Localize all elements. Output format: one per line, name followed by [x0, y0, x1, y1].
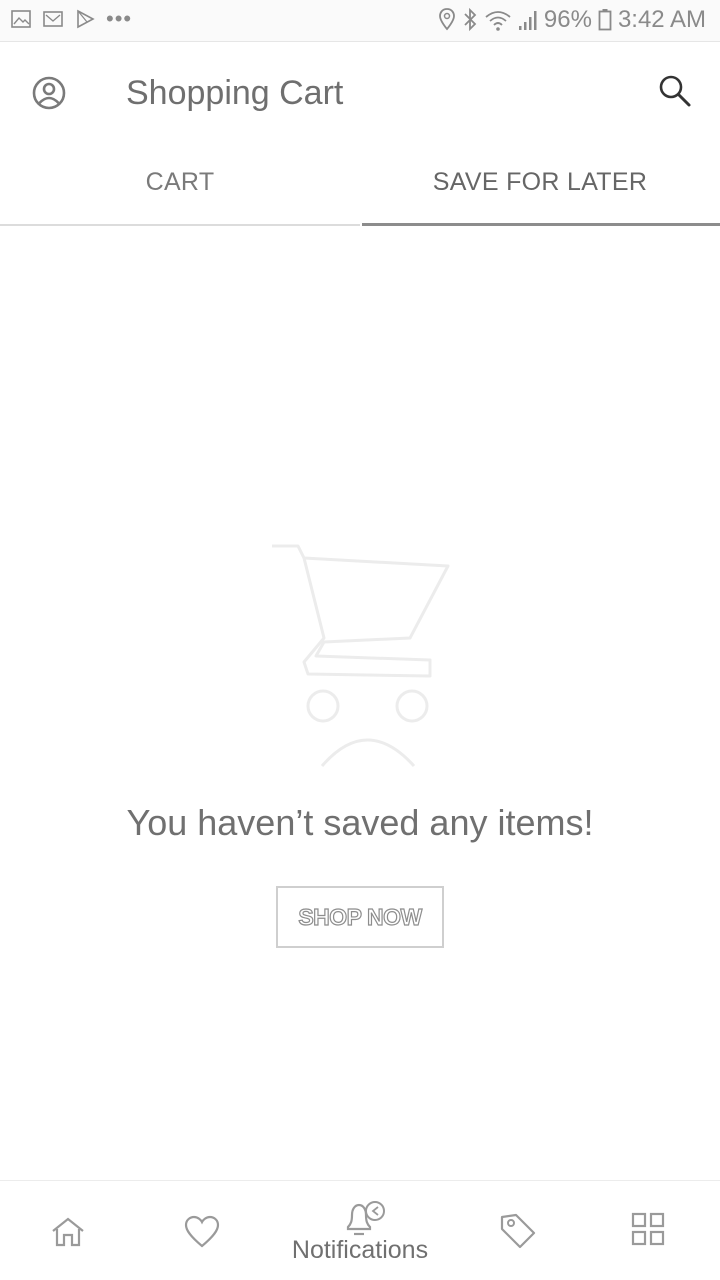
tab-save-for-later-label: SAVE FOR LATER: [432, 167, 648, 196]
nav-notifications-label: Notifications: [291, 1236, 429, 1264]
account-icon: [32, 76, 66, 110]
heart-icon: [184, 1215, 220, 1248]
tag-icon: [500, 1213, 536, 1249]
search-icon: [659, 75, 691, 107]
nav-favorites[interactable]: [156, 1181, 252, 1280]
more-dots-icon: •••: [106, 6, 133, 31]
signal-icon: [518, 11, 537, 30]
status-bar: ••• 96% 3:42 AM: [0, 0, 720, 42]
grid-icon: [631, 1212, 665, 1246]
tab-bar: CART SAVE FOR LATER: [0, 142, 720, 226]
nav-categories[interactable]: [600, 1181, 696, 1280]
tab-save-for-later[interactable]: SAVE FOR LATER: [360, 142, 720, 226]
search-button[interactable]: [656, 72, 696, 112]
home-icon: [52, 1217, 84, 1247]
status-right-icons: 96% 3:42 AM: [438, 6, 706, 34]
tab-cart-underline: [0, 224, 360, 226]
page-title: Shopping Cart: [126, 74, 344, 112]
app-bar: Shopping Cart: [0, 42, 720, 142]
tab-cart-label: CART: [145, 167, 215, 196]
shop-now-label: SHOP NOW: [298, 903, 423, 930]
bell-icon: [346, 1201, 385, 1236]
shop-now-button[interactable]: SHOP NOW: [276, 886, 444, 948]
status-left-icons: •••: [10, 8, 132, 30]
active-tab-indicator: [362, 223, 720, 226]
nav-notifications[interactable]: Notifications: [260, 1181, 460, 1280]
tab-cart[interactable]: CART: [0, 142, 360, 226]
nav-home[interactable]: [20, 1181, 116, 1280]
bluetooth-icon: [464, 7, 477, 32]
account-button[interactable]: [28, 72, 70, 114]
battery-percent: 96%: [543, 6, 592, 33]
sad-cart-icon: [272, 544, 450, 768]
status-time: 3:42 AM: [617, 6, 706, 33]
mail-icon: [43, 11, 63, 27]
gallery-icon: [11, 10, 31, 28]
location-icon: [438, 8, 455, 31]
empty-state-message: You haven’t saved any items!: [126, 802, 594, 843]
nav-deals[interactable]: [470, 1181, 566, 1280]
bottom-navigation: Notifications: [0, 1180, 720, 1280]
wifi-icon: [485, 11, 511, 31]
battery-icon: [598, 9, 612, 31]
play-store-icon: [77, 9, 95, 29]
